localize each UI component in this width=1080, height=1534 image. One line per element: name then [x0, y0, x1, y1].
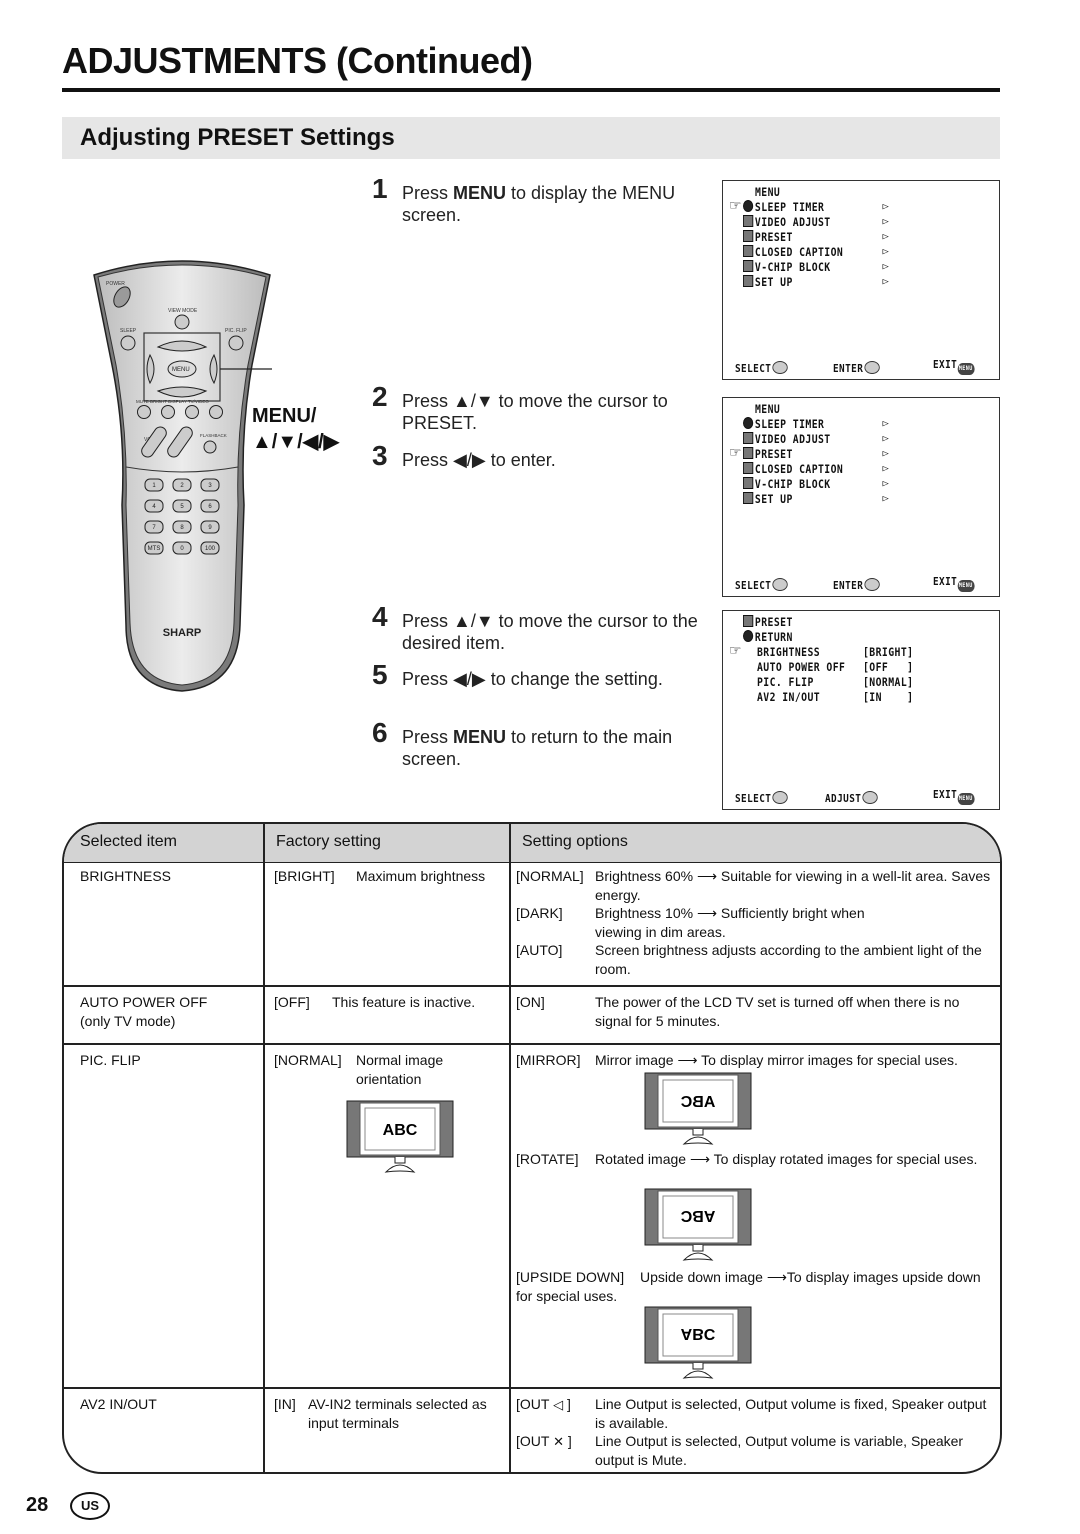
power-label: POWER [106, 281, 125, 287]
speaker-icon: ◁ [553, 1397, 564, 1412]
remote-control-illustration: POWER VIEW MODE SLEEP PIC. FLIP MENU MUT… [93, 260, 272, 692]
dpad-icon [772, 361, 788, 374]
factory-key: [OFF] [274, 994, 310, 1010]
factory-key: [NORMAL] [274, 1052, 342, 1068]
dpad-icon [772, 578, 788, 591]
brand-logo: SHARP [163, 627, 202, 639]
monitor-icon [743, 215, 754, 227]
title-rule [62, 88, 1000, 92]
submenu-arrow-icon: ▷ [882, 464, 890, 474]
submenu-arrow-icon: ▷ [882, 247, 890, 257]
menu-button-icon: MENU [957, 793, 975, 805]
menu-arrows-callout: MENU/ ▲/▼/◀/▶ [252, 403, 339, 455]
submenu-arrow-icon: ▷ [882, 479, 890, 489]
preset-icon [743, 615, 754, 627]
tv-rotate-icon: ABC [644, 1188, 752, 1261]
monitor-icon [743, 432, 754, 444]
factory-desc: This feature is inactive. [332, 994, 476, 1010]
table-row-item: AUTO POWER OFF (only TV mode) [80, 994, 208, 1029]
settings-table: Selected item Factory setting Setting op… [62, 822, 1002, 1474]
factory-key: [IN] [274, 1396, 296, 1412]
menu-button-icon: MENU [957, 580, 975, 592]
speaker-mute-icon: ✕ [553, 1434, 564, 1449]
keypad-label: 100 [205, 546, 216, 552]
submenu-arrow-icon: ▷ [882, 262, 890, 272]
table-row-item: PIC. FLIP [80, 1052, 141, 1068]
svg-text:VIEW MODE: VIEW MODE [168, 308, 198, 314]
tv-upside-down-icon: ABC [644, 1306, 752, 1379]
table-header: Selected item Factory setting Setting op… [64, 824, 1000, 863]
lock-icon [743, 477, 754, 489]
svg-text:ABC: ABC [383, 1122, 418, 1139]
osd-exit-hint: EXIT MENU [933, 358, 975, 375]
dpad-icon [862, 791, 878, 804]
osd-preset-screen: PRESET RETURN ☞ BRIGHTNESS [BRIGHT] AUTO… [722, 610, 1000, 810]
svg-text:FLASHBACK: FLASHBACK [200, 433, 227, 438]
osd-menu-screen-2: MENU ☞ SLEEP TIMER VIDEO ADJUST PRESET C… [722, 397, 1000, 597]
svg-text:MENU: MENU [172, 367, 190, 373]
section-title: Adjusting PRESET Settings [80, 124, 395, 151]
keypad-label: MTS [148, 546, 161, 552]
page-number: 28 [26, 1494, 49, 1516]
preset-icon [743, 447, 754, 459]
svg-text:MUTE BRIGHT DISPLAY TV/VIDEO: MUTE BRIGHT DISPLAY TV/VIDEO [136, 399, 209, 404]
lock-icon [743, 260, 754, 272]
callout-arrows: ▲/▼/◀/▶ [252, 431, 340, 453]
factory-desc: Maximum brightness [356, 868, 486, 884]
table-row-item: AV2 IN/OUT [80, 1396, 157, 1412]
submenu-arrow-icon: ▷ [882, 232, 890, 242]
return-icon [743, 630, 754, 642]
caption-icon [743, 245, 754, 257]
osd-enter-hint: ENTER [833, 361, 880, 375]
submenu-arrow-icon: ▷ [882, 217, 890, 227]
factory-desc: Normal image orientation [356, 1052, 444, 1087]
page-title: ADJUSTMENTS (Continued) [62, 40, 533, 81]
region-badge: US [70, 1492, 110, 1520]
submenu-arrow-icon: ▷ [882, 277, 890, 287]
preset-icon [743, 230, 754, 242]
submenu-arrow-icon: ▷ [882, 494, 890, 504]
header-setting-options: Setting options [522, 833, 628, 850]
svg-text:ABC: ABC [680, 1207, 715, 1224]
svg-text:PIC. FLIP: PIC. FLIP [225, 328, 247, 334]
dpad-icon [864, 361, 880, 374]
clock-icon [743, 417, 754, 429]
caption-icon [743, 462, 754, 474]
tv-normal-icon: ABC [346, 1100, 454, 1173]
setup-icon [743, 492, 754, 504]
dpad-icon [864, 578, 880, 591]
callout-menu: MENU/ [252, 405, 317, 427]
table-row-item: BRIGHTNESS [80, 868, 172, 884]
factory-key: [BRIGHT] [274, 868, 335, 884]
submenu-arrow-icon: ▷ [882, 419, 890, 429]
tv-mirror-icon: ABC [644, 1072, 752, 1145]
submenu-arrow-icon: ▷ [882, 449, 890, 459]
osd-select-hint: SELECT [735, 361, 788, 375]
svg-text:ABC: ABC [681, 1325, 716, 1342]
factory-desc: AV-IN2 terminals selected as input termi… [308, 1396, 487, 1431]
clock-icon [743, 200, 754, 212]
submenu-arrow-icon: ▷ [882, 202, 890, 212]
svg-text:SLEEP: SLEEP [120, 328, 137, 334]
osd-menu-screen-1: MENU ☞ SLEEP TIMER VIDEO ADJUST PRESET C… [722, 180, 1000, 380]
hand-cursor-icon: ☞ [729, 643, 743, 659]
dpad-icon [772, 791, 788, 804]
setup-icon [743, 275, 754, 287]
header-factory-setting: Factory setting [276, 833, 381, 850]
hand-cursor-icon: ☞ [729, 445, 743, 461]
menu-button-icon: MENU [957, 363, 975, 375]
hand-cursor-icon: ☞ [729, 198, 743, 214]
svg-text:ABC: ABC [680, 1094, 715, 1111]
submenu-arrow-icon: ▷ [882, 434, 890, 444]
header-selected-item: Selected item [80, 833, 177, 850]
